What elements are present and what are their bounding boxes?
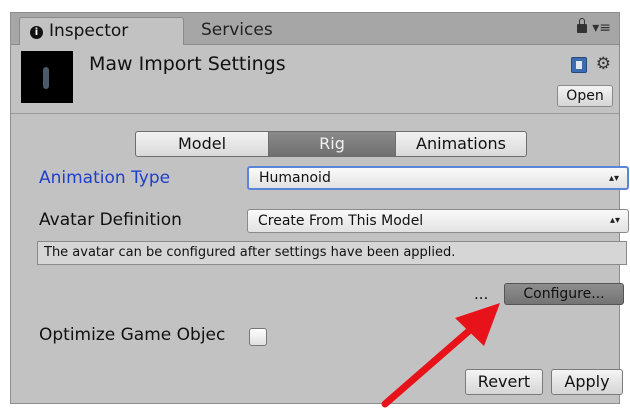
tab-bar: i Inspector Services ▾≡ <box>11 13 619 45</box>
open-button[interactable]: Open <box>557 85 613 107</box>
tab-services-label: Services <box>201 20 273 40</box>
configure-button[interactable]: Configure... <box>504 283 624 305</box>
info-icon: i <box>30 26 43 39</box>
optimize-game-objects-label: Optimize Game Objec <box>39 325 226 345</box>
tab-inspector-label: Inspector <box>49 21 129 41</box>
header-divider <box>11 113 619 114</box>
dropdown-arrows-icon: ▴▾ <box>609 215 620 226</box>
avatar-definition-value: Create From This Model <box>258 213 424 229</box>
help-box: The avatar can be configured after setti… <box>37 241 627 265</box>
animation-type-value: Humanoid <box>259 170 331 186</box>
asset-thumbnail <box>21 51 73 103</box>
animation-type-dropdown[interactable]: Humanoid ▴▾ <box>247 166 629 190</box>
revert-button[interactable]: Revert <box>465 369 543 395</box>
dropdown-arrows-icon: ▴▾ <box>608 173 619 184</box>
asset-header: Maw Import Settings ⚙ Open <box>11 45 619 111</box>
tab-model[interactable]: Model <box>135 131 269 157</box>
page-title: Maw Import Settings <box>89 53 286 75</box>
avatar-definition-label: Avatar Definition <box>39 210 182 230</box>
tab-animations[interactable]: Animations <box>395 131 527 157</box>
tab-menu-icon[interactable]: ▾≡ <box>592 20 611 36</box>
tab-rig[interactable]: Rig <box>268 131 396 157</box>
lock-icon[interactable] <box>577 18 587 33</box>
optimize-game-objects-checkbox[interactable] <box>249 328 267 346</box>
gear-icon[interactable]: ⚙ <box>596 54 611 74</box>
avatar-definition-dropdown[interactable]: Create From This Model ▴▾ <box>247 209 629 233</box>
animation-type-label: Animation Type <box>39 168 171 188</box>
apply-button[interactable]: Apply <box>551 369 623 395</box>
inspector-window: i Inspector Services ▾≡ Maw Import Settin… <box>10 12 629 404</box>
tab-inspector[interactable]: i Inspector <box>19 17 184 45</box>
model-preview-figure <box>43 67 49 89</box>
tab-services[interactable]: Services <box>191 17 341 45</box>
help-book-icon[interactable] <box>571 57 587 73</box>
configure-ellipsis: ... <box>474 285 489 303</box>
